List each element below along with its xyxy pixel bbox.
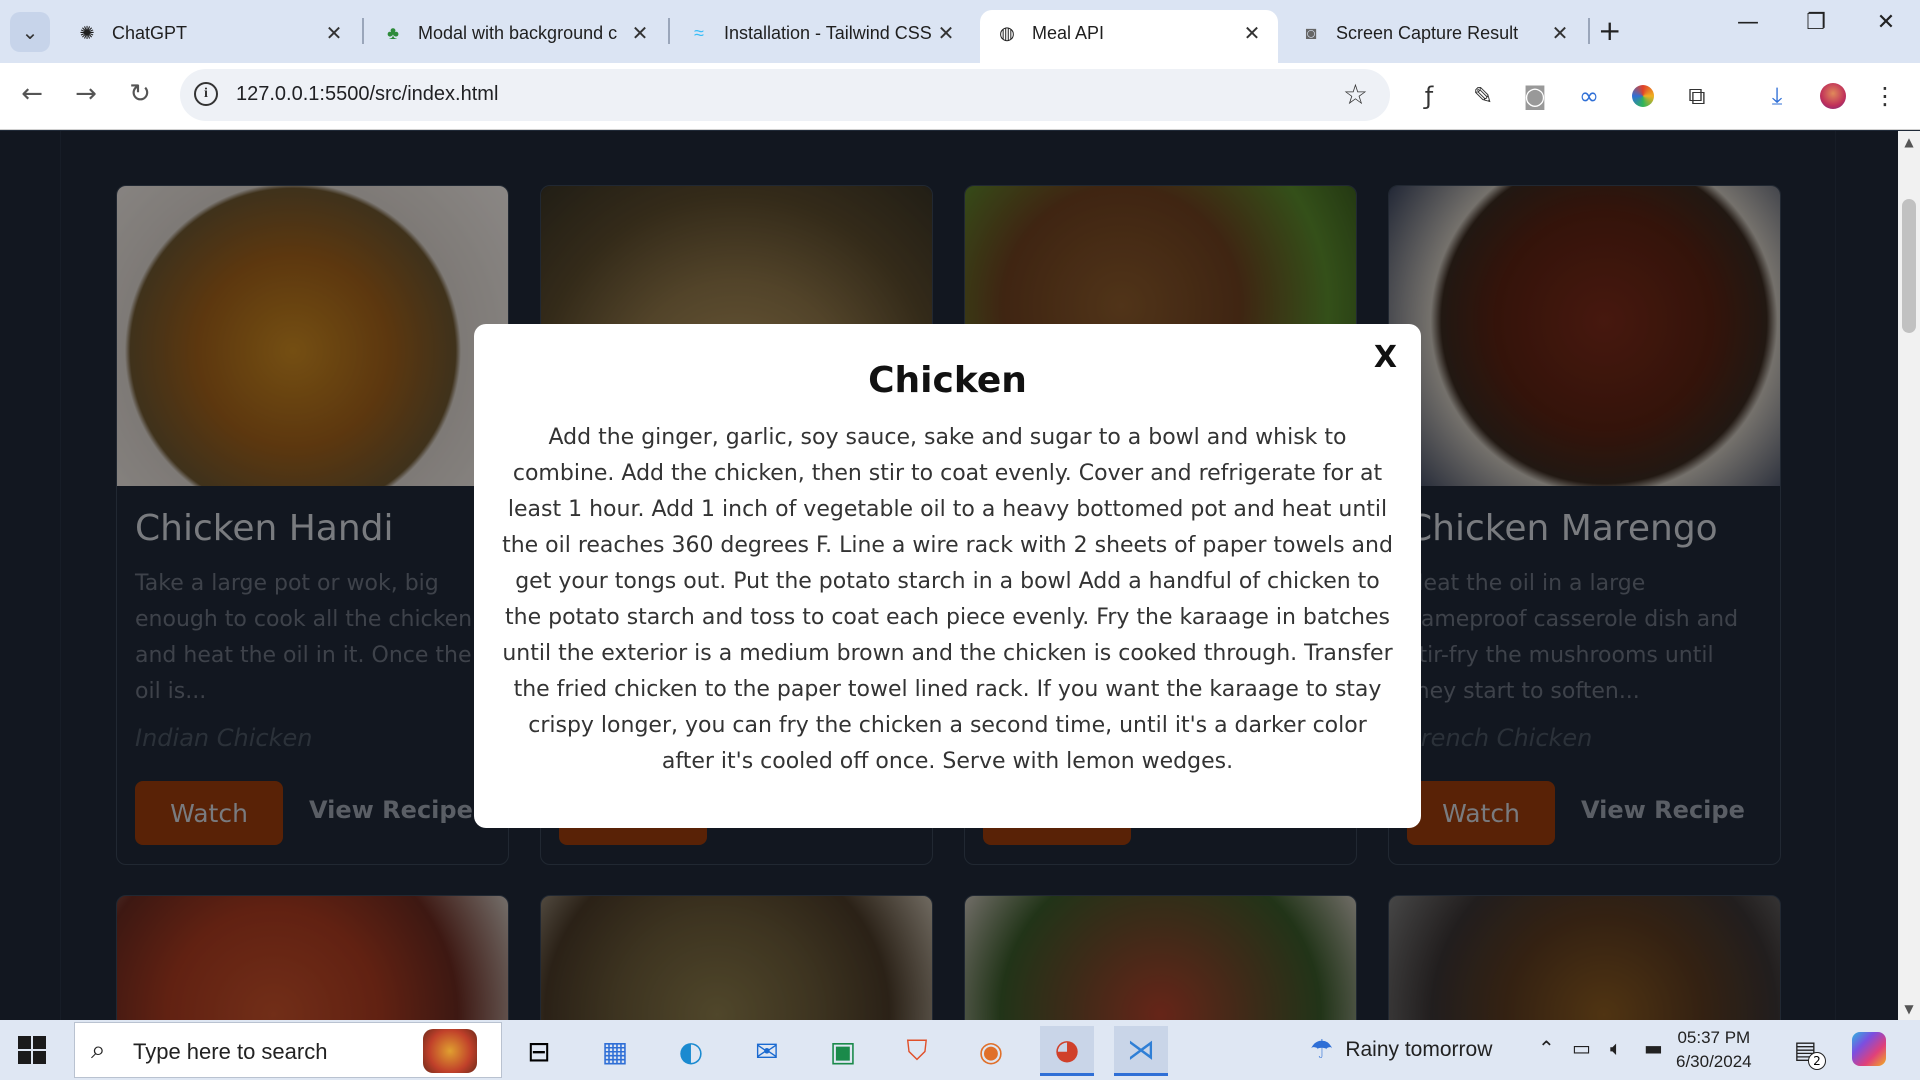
site-info-icon[interactable]: i — [194, 82, 218, 106]
taskbar-search[interactable]: ⌕ Type here to search — [74, 1022, 502, 1078]
leaf-icon: ♣ — [387, 23, 399, 43]
chevron-up-icon[interactable]: ⌃ — [1538, 1036, 1555, 1060]
tab-search-button[interactable]: ⌄ — [10, 12, 50, 52]
chrome-icon[interactable]: ◕ — [1040, 1026, 1094, 1076]
tab-meal-api[interactable]: ◍ Meal API ✕ — [980, 10, 1278, 63]
volume-icon[interactable]: 🔈︎ — [1610, 1036, 1622, 1060]
formula-extension-icon[interactable]: ƒ — [1412, 79, 1446, 113]
copilot-icon[interactable] — [1852, 1032, 1886, 1066]
link-extension-icon[interactable]: ∞ — [1572, 79, 1606, 113]
search-highlight-icon — [423, 1029, 477, 1073]
page-scrollbar[interactable]: ▲ ▼ — [1898, 131, 1920, 1020]
vscode-icon[interactable]: ⋊ — [1114, 1026, 1168, 1076]
camera-icon: ◙ — [1305, 23, 1317, 43]
weather-widget[interactable]: ☂ Rainy tomorrow — [1310, 1034, 1492, 1065]
tab-separator — [668, 18, 670, 44]
arrow-right-icon: → — [75, 79, 97, 109]
scroll-down-icon[interactable]: ▼ — [1898, 1002, 1920, 1016]
camera-extension-icon[interactable]: ◙ — [1518, 79, 1552, 113]
tab-chatgpt[interactable]: ✺ ChatGPT ✕ — [60, 10, 360, 63]
new-tab-button[interactable]: + — [1598, 14, 1621, 47]
tab-title: Modal with background c — [418, 23, 618, 43]
firefox-icon[interactable]: ◉ — [964, 1026, 1018, 1076]
close-icon[interactable]: ✕ — [934, 21, 958, 46]
close-icon[interactable]: ✕ — [628, 21, 652, 46]
close-window-button[interactable]: ✕ — [1866, 10, 1906, 35]
forward-button[interactable]: → — [68, 79, 104, 109]
color-extension-icon[interactable] — [1626, 79, 1660, 113]
modal-title: Chicken — [868, 360, 1027, 401]
minimize-button[interactable]: — — [1728, 10, 1768, 35]
address-bar[interactable]: i 127.0.0.1:5500/src/index.html ☆ — [180, 69, 1390, 121]
rain-cloud-icon: ☂ — [1310, 1034, 1334, 1064]
page-viewport: Chicken Handi Take a large pot or wok, b… — [0, 131, 1898, 1020]
tab-separator — [362, 18, 364, 44]
reload-button[interactable]: ↻ — [122, 79, 158, 109]
tab-title: ChatGPT — [112, 23, 188, 43]
clock-date: 6/30/2024 — [1676, 1052, 1752, 1071]
scroll-thumb[interactable] — [1902, 199, 1916, 333]
search-icon: ⌕ — [91, 1035, 106, 1065]
weather-text: Rainy tomorrow — [1345, 1037, 1493, 1061]
puzzle-extensions-icon[interactable]: ⧉ — [1680, 79, 1714, 113]
brave-icon[interactable]: ⛉ — [890, 1026, 944, 1076]
restore-button[interactable]: ❐ — [1796, 10, 1836, 35]
tailwind-icon: ≈ — [694, 23, 704, 43]
close-icon[interactable]: ✕ — [1548, 21, 1572, 46]
modal-instructions: Add the ginger, garlic, soy sauce, sake … — [502, 425, 1393, 774]
search-placeholder: Type here to search — [133, 1039, 328, 1064]
tab-screen-capture[interactable]: ◙ Screen Capture Result ✕ — [1284, 10, 1586, 63]
task-view-icon[interactable]: ⊟ — [512, 1026, 566, 1076]
chatgpt-icon: ✺ — [79, 23, 95, 43]
url-text[interactable]: 127.0.0.1:5500/src/index.html — [236, 83, 498, 106]
windows-taskbar: ⌕ Type here to search ⊟ ▦ ◐ ✉ ▣ ⛉ ◉ ◕ ⋊ … — [0, 1020, 1920, 1080]
menu-kebab-icon[interactable]: ⋮ — [1868, 79, 1902, 113]
tab-tailwind[interactable]: ≈ Installation - Tailwind CSS ✕ — [672, 10, 972, 63]
edge-icon[interactable]: ◐ — [664, 1026, 718, 1076]
scroll-up-icon[interactable]: ▲ — [1898, 135, 1920, 149]
mail-icon[interactable]: ✉ — [740, 1026, 794, 1076]
tab-modal[interactable]: ♣ Modal with background c ✕ — [366, 10, 666, 63]
battery-icon[interactable]: ▬ — [1644, 1036, 1663, 1060]
globe-icon: ◍ — [999, 23, 1015, 43]
download-icon[interactable]: ⤓ — [1760, 79, 1794, 113]
profile-avatar[interactable] — [1816, 79, 1850, 113]
tab-title: Meal API — [1032, 23, 1105, 43]
back-button[interactable]: ← — [14, 79, 50, 109]
pen-extension-icon[interactable]: ✎ — [1466, 79, 1500, 113]
arrow-left-icon: ← — [21, 79, 43, 109]
classroom-icon[interactable]: ▣ — [816, 1026, 870, 1076]
plus-icon: + — [1598, 14, 1622, 47]
microsoft-store-icon[interactable]: ▦ — [588, 1026, 642, 1076]
chevron-down-icon: ⌄ — [21, 20, 39, 44]
windows-start-button[interactable] — [18, 1036, 46, 1064]
tab-strip: ⌄ ✺ ChatGPT ✕ ♣ Modal with background c … — [0, 0, 1920, 63]
bookmark-star-icon[interactable]: ☆ — [1343, 78, 1368, 111]
modal-close-button[interactable]: X — [1374, 340, 1397, 375]
clock[interactable]: 05:37 PM 6/30/2024 — [1676, 1026, 1752, 1074]
notification-count-badge: 2 — [1808, 1052, 1826, 1070]
display-icon[interactable]: ▭ — [1572, 1036, 1591, 1060]
browser-toolbar: ← → ↻ i 127.0.0.1:5500/src/index.html ☆ … — [0, 63, 1920, 130]
close-icon[interactable]: ✕ — [322, 21, 346, 46]
reload-icon: ↻ — [129, 79, 151, 109]
tab-title: Screen Capture Result — [1336, 23, 1519, 43]
close-icon[interactable]: ✕ — [1240, 21, 1264, 46]
clock-time: 05:37 PM — [1677, 1028, 1751, 1047]
tab-title: Installation - Tailwind CSS — [724, 23, 932, 43]
recipe-modal: Chicken X Add the ginger, garlic, soy sa… — [474, 324, 1421, 828]
tab-separator — [1588, 18, 1590, 44]
